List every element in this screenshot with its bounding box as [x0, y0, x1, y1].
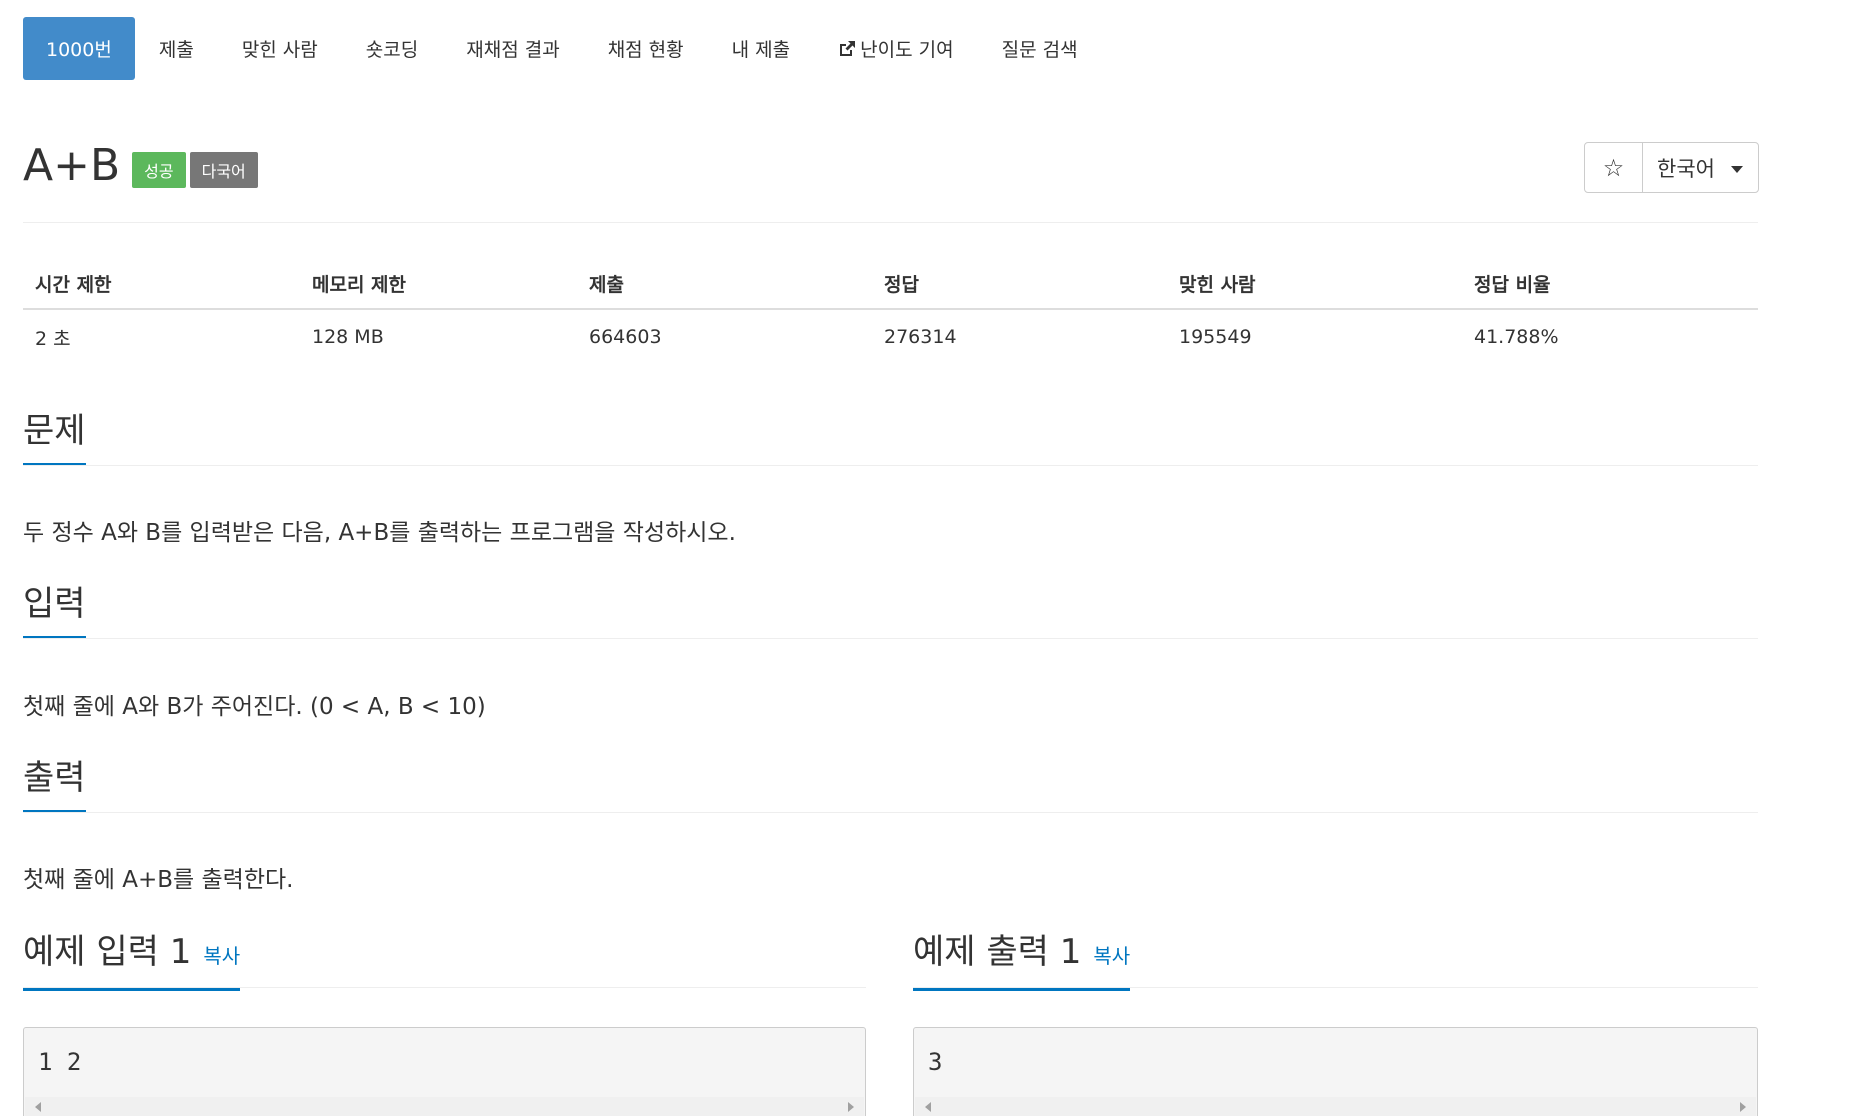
nav-question-search[interactable]: 질문 검색 [978, 17, 1102, 80]
table-header-row: 시간 제한 메모리 제한 제출 정답 맞힌 사람 정답 비율 [23, 258, 1758, 310]
table-cell: 195549 [1179, 326, 1252, 348]
table-cell: 2 초 [35, 327, 71, 350]
table-header: 맞힌 사람 [1167, 258, 1462, 310]
nav-label: 채점 현황 [607, 39, 684, 61]
divider [23, 638, 1758, 639]
sample-output-content: 3 [928, 1048, 943, 1076]
output-section-header: 출력 [23, 756, 86, 813]
table-cell: 128 MB [312, 326, 384, 348]
table-header: 메모리 제한 [300, 258, 577, 310]
sample-output-header: 예제 출력 1 복사 [913, 930, 1131, 991]
table-cell: 41.788% [1474, 326, 1559, 348]
nav-problem-number[interactable]: 1000번 [23, 17, 135, 80]
copy-button[interactable]: 복사 [1093, 944, 1130, 968]
horizontal-scrollbar[interactable] [25, 1097, 864, 1116]
divider [23, 987, 866, 988]
problem-title: A+B [23, 140, 121, 191]
output-description: 첫째 줄에 A+B를 출력한다. [23, 867, 294, 893]
scroll-left-icon[interactable] [35, 1102, 41, 1112]
sample-title-wrap: 예제 출력 1 복사 [913, 930, 1131, 991]
table-cell: 664603 [589, 326, 662, 348]
language-dropdown[interactable]: 한국어 [1643, 143, 1758, 192]
input-description: 첫째 줄에 A와 B가 주어진다. (0 < A, B < 10) [23, 694, 486, 720]
table-header: 제출 [577, 258, 872, 310]
nav-my-submissions[interactable]: 내 제출 [708, 17, 814, 80]
problem-info-table: 시간 제한 메모리 제한 제출 정답 맞힌 사람 정답 비율 2 초 128 M… [23, 258, 1758, 364]
copy-button[interactable]: 복사 [203, 944, 240, 968]
table-cell: 276314 [884, 326, 957, 348]
divider [23, 465, 1758, 466]
caret-down-icon [1730, 166, 1743, 173]
nav-label: 질문 검색 [1001, 39, 1078, 61]
table-row: 2 초 128 MB 664603 276314 195549 41.788% [23, 309, 1758, 364]
table-header: 정답 비율 [1462, 258, 1758, 310]
sample-input-header: 예제 입력 1 복사 [23, 930, 241, 991]
table-header: 시간 제한 [23, 258, 300, 310]
horizontal-scrollbar[interactable] [915, 1097, 1756, 1116]
scroll-right-icon[interactable] [1740, 1102, 1746, 1112]
problem-nav: 1000번 제출 맞힌 사람 숏코딩 재채점 결과 채점 현황 내 제출 난이도… [23, 17, 1102, 80]
problem-description: 두 정수 A와 B를 입력받은 다음, A+B를 출력하는 프로그램을 작성하시… [23, 520, 736, 546]
sample-input-box[interactable]: 1 2 [23, 1027, 866, 1116]
section-title: 예제 출력 1 [913, 932, 1082, 972]
problem-actions: ☆ 한국어 [1584, 142, 1759, 193]
scroll-left-icon[interactable] [925, 1102, 931, 1112]
nav-label: 숏코딩 [365, 39, 419, 61]
problem-title-row: A+B 성공 다국어 [23, 140, 258, 192]
nav-solvers[interactable]: 맞힌 사람 [218, 17, 342, 80]
scroll-right-icon[interactable] [848, 1102, 854, 1112]
nav-submit[interactable]: 제출 [135, 17, 218, 80]
divider [23, 222, 1758, 223]
external-link-icon [838, 40, 856, 58]
sample-output-box[interactable]: 3 [913, 1027, 1758, 1116]
section-title: 입력 [23, 582, 86, 639]
nav-short-coding[interactable]: 숏코딩 [342, 17, 442, 80]
table-header: 정답 [872, 258, 1167, 310]
nav-status[interactable]: 채점 현황 [584, 17, 708, 80]
star-icon[interactable]: ☆ [1585, 143, 1643, 192]
section-title: 출력 [23, 756, 86, 813]
divider [913, 987, 1758, 988]
nav-label: 1000번 [46, 39, 112, 61]
problem-section-header: 문제 [23, 409, 86, 466]
multilang-badge: 다국어 [189, 152, 258, 188]
section-title: 예제 입력 1 [23, 932, 192, 972]
nav-label: 제출 [158, 39, 194, 61]
nav-difficulty-contribution[interactable]: 난이도 기여 [814, 17, 977, 80]
sample-input-content: 1 2 [38, 1048, 82, 1076]
divider [23, 812, 1758, 813]
nav-label: 재채점 결과 [466, 39, 560, 61]
input-section-header: 입력 [23, 582, 86, 639]
nav-label: 내 제출 [731, 39, 791, 61]
language-label: 한국어 [1657, 156, 1715, 181]
section-title: 문제 [23, 409, 86, 466]
nav-label: 난이도 기여 [860, 39, 954, 61]
nav-label: 맞힌 사람 [241, 39, 318, 61]
status-badge: 성공 [132, 152, 186, 188]
nav-rejudge-results[interactable]: 재채점 결과 [442, 17, 583, 80]
sample-title-wrap: 예제 입력 1 복사 [23, 930, 241, 991]
